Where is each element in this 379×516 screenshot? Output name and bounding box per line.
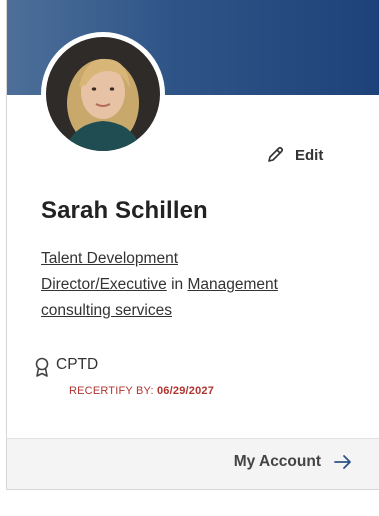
certification-name: CPTD: [56, 356, 99, 373]
arrow-right-icon: [333, 452, 353, 472]
my-account-label: My Account: [233, 453, 321, 470]
job-title-line1: Talent Development: [41, 250, 178, 267]
profile-name: Sarah Schillen: [41, 197, 208, 224]
edit-label: Edit: [295, 146, 324, 164]
avatar-photo: [46, 37, 160, 151]
job-title-line2: Director/Executive: [41, 276, 167, 293]
my-account-link[interactable]: My Account: [234, 452, 353, 472]
ribbon-badge-icon: [33, 357, 51, 379]
profile-card: Edit Sarah Schillen Talent Development Di…: [6, 0, 379, 490]
role-connector: in: [166, 276, 188, 293]
industry-line1: Management: [187, 276, 278, 293]
pencil-icon: [265, 145, 285, 165]
profile-role: Talent Development Director/Executive in …: [41, 246, 361, 324]
edit-profile-button[interactable]: Edit: [265, 143, 323, 167]
certification: CPTD: [33, 355, 98, 379]
job-title-link[interactable]: Talent Development Director/Executive: [41, 250, 178, 293]
recertify-date: 06/29/2027: [156, 385, 215, 397]
avatar: [46, 37, 160, 151]
recertify-info: RECERTIFY BY: 06/29/2027: [69, 385, 214, 397]
avatar-frame: [41, 32, 165, 156]
recertify-label: RECERTIFY BY:: [69, 385, 154, 397]
industry-line2: consulting services: [41, 302, 172, 319]
card-footer: My Account: [7, 438, 379, 489]
